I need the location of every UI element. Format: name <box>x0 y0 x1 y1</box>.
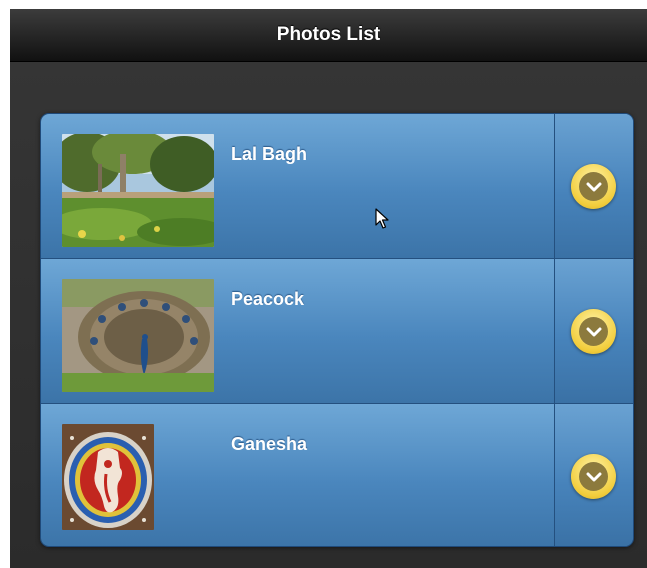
list-item[interactable]: Lal Bagh <box>41 114 633 258</box>
peacock-photo-thumbnail <box>62 279 214 392</box>
list-item-link[interactable]: Ganesha <box>41 404 554 546</box>
list-item-title: Ganesha <box>231 434 308 454</box>
list-item-title: Lal Bagh <box>231 144 308 164</box>
header-bar: Photos List <box>10 9 647 62</box>
split-button-area[interactable] <box>554 259 633 403</box>
list-item-title: Peacock <box>231 289 305 309</box>
list-item[interactable]: Peacock <box>41 258 633 403</box>
list-item-link[interactable]: Peacock <box>41 259 554 403</box>
mouse-cursor-icon <box>375 208 389 229</box>
chevron-down-icon <box>579 317 608 346</box>
chevron-down-circle-icon[interactable] <box>571 164 616 209</box>
rangoli-ganesha-photo-image <box>62 424 154 530</box>
split-button-area[interactable] <box>554 114 633 258</box>
chevron-down-icon <box>579 462 608 491</box>
list-item[interactable]: Ganesha <box>41 403 633 546</box>
chevron-down-circle-icon[interactable] <box>571 309 616 354</box>
peacock-photo-image <box>62 279 214 392</box>
rangoli-ganesha-photo-thumbnail <box>62 424 154 530</box>
park-photo-thumbnail <box>62 134 214 247</box>
list-item-link[interactable]: Lal Bagh <box>41 114 554 258</box>
photos-list: Lal Bagh Peacock Ganesha <box>40 113 634 547</box>
page-title: Photos List <box>276 24 381 45</box>
content-area: Lal Bagh Peacock Ganesha <box>10 62 647 568</box>
app-window: Photos List Lal Bagh Peacock Ganesha <box>10 9 647 568</box>
chevron-down-circle-icon[interactable] <box>571 454 616 499</box>
chevron-down-icon <box>579 172 608 201</box>
split-button-area[interactable] <box>554 404 633 546</box>
park-photo-image <box>62 134 214 247</box>
